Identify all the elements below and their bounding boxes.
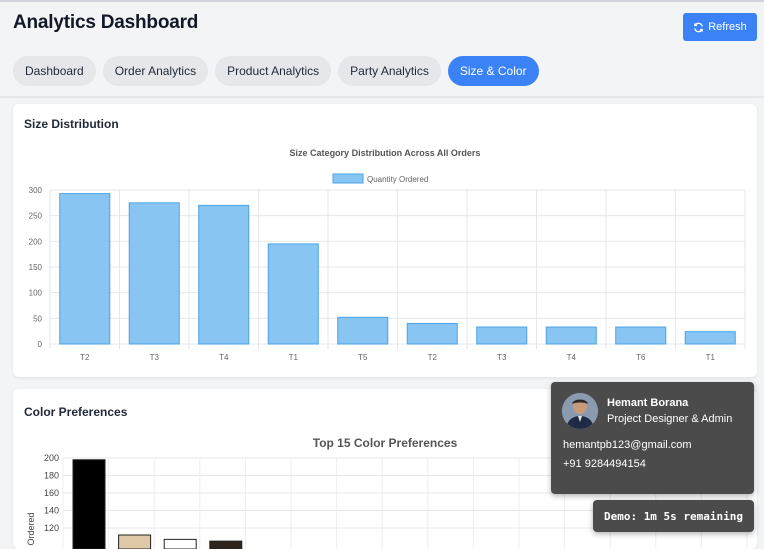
refresh-icon [694,22,704,32]
profile-phone[interactable]: +91 9284494154 [563,458,646,470]
y-tick-label: 150 [29,263,43,272]
bar [72,459,106,549]
chart-title: Top 15 Color Preferences [313,436,458,450]
y-tick-label: 0 [38,340,43,349]
bar [163,538,197,549]
demo-timer-badge: Demo: 1m 5s remaining [593,500,754,532]
tab-product-analytics[interactable]: Product Analytics [215,56,332,86]
x-tick-label: T3 [497,353,507,362]
x-tick-label: T2 [428,353,438,362]
size-distribution-card: Size Distribution Size Category Distribu… [13,104,757,377]
legend-swatch [332,173,364,184]
profile-email[interactable]: hemantpb123@gmail.com [563,439,692,451]
top-border [0,0,764,2]
x-tick-label: T6 [636,353,646,362]
profile-name: Hemant Borana [607,397,689,409]
y-tick-label: 300 [29,186,43,195]
avatar [562,393,598,429]
bar [476,326,528,345]
tab-dashboard[interactable]: Dashboard [13,56,96,86]
bar [615,326,667,345]
x-tick-label: T4 [219,353,229,362]
bar [128,202,180,345]
tab-order-analytics[interactable]: Order Analytics [102,56,209,86]
bar [337,316,389,345]
profile-popover: Hemant Borana Project Designer & Admin h… [551,382,754,494]
tab-size-color[interactable]: Size & Color [447,56,539,86]
x-tick-label: T2 [80,353,90,362]
bar [684,331,736,345]
bar [59,193,111,345]
tab-party-analytics[interactable]: Party Analytics [338,56,441,86]
y-tick-label: 140 [44,506,59,516]
x-tick-label: T3 [150,353,160,362]
refresh-button[interactable]: Refresh [683,13,757,41]
y-tick-label: 100 [29,289,43,298]
divider [0,96,764,98]
chart-title: Size Category Distribution Across All Or… [290,148,481,158]
y-tick-label: 180 [44,471,59,481]
bar [267,243,319,345]
y-tick-label: 200 [29,237,43,246]
y-tick-label: 160 [44,488,59,498]
size-distribution-chart: Size Category Distribution Across All Or… [29,148,746,362]
profile-role: Project Designer & Admin [607,413,733,425]
bar [198,204,250,345]
legend-label: Quantity Ordered [367,175,428,184]
y-tick-label: 250 [29,212,43,221]
x-tick-label: T1 [706,353,716,362]
page-title: Analytics Dashboard [13,12,199,33]
tab-bar: Dashboard Order Analytics Product Analyt… [13,56,539,86]
bar [209,540,243,549]
bar [406,322,458,345]
refresh-label: Refresh [708,21,747,33]
y-axis-label: Ordered [26,512,36,545]
y-tick-label: 50 [33,314,42,323]
bar [545,326,597,345]
y-tick-label: 120 [44,523,59,533]
x-tick-label: T1 [289,353,299,362]
x-tick-label: T5 [358,353,368,362]
bar [118,534,152,549]
y-tick-label: 200 [44,453,59,463]
x-tick-label: T4 [567,353,577,362]
